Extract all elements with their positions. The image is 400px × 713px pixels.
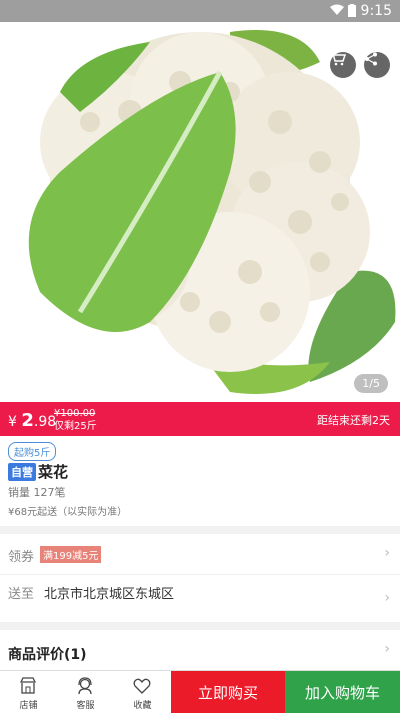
original-price: ¥100.00 <box>54 408 96 419</box>
remaining-stock: 仅剩25斤 <box>54 421 97 432</box>
service-label: 客服 <box>76 701 95 711</box>
cauliflower-image <box>28 30 396 394</box>
product-info: 起购5斤 自营 菜花 销量 127笔 ¥68元起送（以实际为准） <box>0 436 400 526</box>
coupon-label: 领券 <box>8 550 35 565</box>
coupon-badge[interactable]: 满199减5元 <box>40 546 102 563</box>
coupon-row[interactable]: 领券 满199减5元 › <box>0 534 400 574</box>
min-purchase-badge: 起购5斤 <box>8 442 57 461</box>
product-image-gallery[interactable]: 1/5 <box>0 22 400 402</box>
delivery-row[interactable]: 送至 北京市北京城区东城区 › <box>0 575 400 622</box>
buy-now-button[interactable]: 立即购买 <box>171 671 285 713</box>
shipping-threshold: ¥68元起送（以实际为准） <box>8 507 128 518</box>
heart-icon <box>133 678 151 694</box>
status-bar: 9:15 <box>0 0 400 22</box>
store-button[interactable]: 店铺 <box>0 671 57 713</box>
store-icon <box>19 677 37 694</box>
favorite-label: 收藏 <box>133 701 152 711</box>
wifi-icon <box>330 4 344 20</box>
price-integer: 2 <box>21 410 34 431</box>
share-icon[interactable] <box>364 52 390 78</box>
options-section: 领券 满199减5元 › 送至 北京市北京城区东城区 › <box>0 534 400 622</box>
product-name: 菜花 <box>38 463 69 481</box>
clock: 9:15 <box>360 3 392 19</box>
reviews-title: 商品评价(1) <box>8 647 87 663</box>
add-to-cart-button[interactable]: 加入购物车 <box>285 671 400 713</box>
delivery-label: 送至 <box>8 587 35 602</box>
headset-icon <box>78 677 92 695</box>
store-label: 店铺 <box>19 701 38 711</box>
sales-count: 销量 127笔 <box>8 486 66 499</box>
price-bar: ¥ 2.98 ¥100.00 仅剩25斤 距结束还剩2天 <box>0 402 400 436</box>
bottom-action-bar: 店铺 客服 收藏 立即购买 加入购物车 <box>0 670 400 713</box>
chevron-right-icon: › <box>384 641 390 657</box>
chevron-right-icon: › <box>384 545 390 561</box>
price-decimal: .98 <box>33 414 57 430</box>
countdown: 距结束还剩2天 <box>317 414 390 427</box>
current-price: ¥ 2.98 <box>8 410 56 431</box>
self-operated-tag: 自营 <box>8 463 36 481</box>
image-counter: 1/5 <box>354 374 388 393</box>
delivery-address: 北京市北京城区东城区 <box>44 587 175 602</box>
currency-symbol: ¥ <box>8 414 17 430</box>
service-button[interactable]: 客服 <box>57 671 114 713</box>
battery-icon <box>348 4 356 21</box>
favorite-button[interactable]: 收藏 <box>114 671 171 713</box>
cart-icon[interactable] <box>330 52 356 78</box>
original-price-block: ¥100.00 仅剩25斤 <box>54 407 97 433</box>
chevron-right-icon: › <box>384 590 390 606</box>
reviews-row[interactable]: 商品评价(1) › <box>0 630 400 670</box>
